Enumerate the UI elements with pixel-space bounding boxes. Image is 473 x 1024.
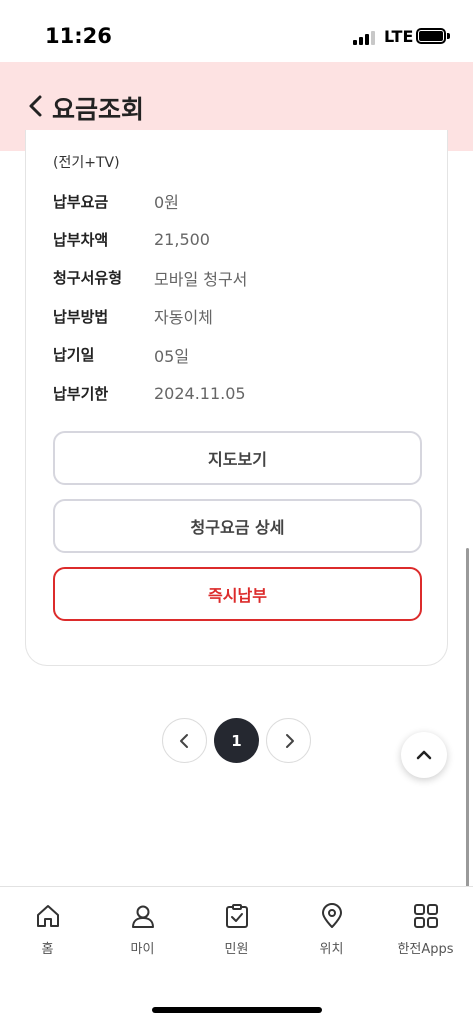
battery-icon [416, 28, 446, 44]
nav-label: 한전Apps [397, 942, 454, 957]
info-value: 자동이체 [154, 308, 213, 328]
status-time: 11:26 [45, 24, 112, 48]
nav-label: 마이 [130, 942, 155, 957]
chevron-up-icon [416, 750, 432, 760]
view-map-button[interactable]: 지도보기 [53, 431, 422, 485]
info-label: 납부기한 [53, 384, 109, 403]
chevron-right-icon [285, 733, 294, 748]
info-value: 05일 [154, 346, 190, 366]
pay-now-button[interactable]: 즉시납부 [53, 567, 422, 621]
nav-label: 위치 [319, 942, 344, 957]
info-label: 청구서유형 [53, 269, 123, 288]
nav-item-my[interactable]: 마이 [95, 903, 190, 957]
info-row-deadline: 납부기한 2024.11.05 [53, 374, 247, 412]
status-bar: 11:26 LTE [0, 0, 473, 62]
page-title: 요금조회 [52, 95, 145, 124]
home-icon [36, 905, 59, 927]
info-label: 납부차액 [53, 231, 109, 250]
next-page-button[interactable] [266, 718, 311, 763]
info-value: 모바일 청구서 [154, 269, 248, 289]
bill-info-list: 납부요금 0원 납부차액 21,500 청구서유형 모바일 청구서 납부방법 자… [53, 182, 247, 412]
current-page[interactable]: 1 [214, 718, 259, 763]
info-row-payment-method: 납부방법 자동이체 [53, 297, 247, 335]
nav-label: 홈 [41, 942, 54, 957]
info-row-bill-type: 청구서유형 모바일 청구서 [53, 259, 247, 297]
nav-label: 민원 [224, 942, 249, 957]
chevron-left-icon [179, 733, 188, 748]
bill-type-text: (전기+TV) [53, 155, 120, 171]
bill-card: (전기+TV) 납부요금 0원 납부차액 21,500 청구서유형 모바일 청구… [25, 130, 448, 666]
scroll-top-button[interactable] [401, 732, 447, 778]
info-value: 21,500 [154, 230, 210, 250]
info-value: 2024.11.05 [154, 383, 246, 403]
bill-detail-button[interactable]: 청구요금 상세 [53, 499, 422, 553]
clipboard-check-icon [225, 904, 248, 928]
signal-icon [353, 31, 379, 45]
home-indicator [152, 1007, 322, 1013]
info-label: 납기일 [53, 346, 95, 365]
person-icon [131, 905, 154, 928]
nav-item-location[interactable]: 위치 [284, 903, 379, 957]
network-type: LTE [384, 27, 414, 46]
back-icon[interactable] [26, 92, 48, 120]
location-pin-icon [321, 903, 342, 928]
info-row-difference: 납부차액 21,500 [53, 220, 247, 258]
apps-grid-icon [413, 904, 438, 928]
info-label: 납부방법 [53, 307, 109, 326]
prev-page-button[interactable] [162, 718, 207, 763]
info-value: 0원 [154, 193, 179, 213]
nav-item-apps[interactable]: 한전Apps [378, 903, 473, 957]
battery-tip [447, 33, 450, 39]
info-row-due-day: 납기일 05일 [53, 336, 247, 374]
scrollbar[interactable] [466, 548, 469, 893]
info-label: 납부요금 [53, 192, 109, 211]
nav-item-civil[interactable]: 민원 [189, 903, 284, 957]
bottom-nav: 홈 마이 민원 위치 한전Apps [0, 886, 473, 1024]
nav-item-home[interactable]: 홈 [0, 903, 95, 957]
info-row-amount: 납부요금 0원 [53, 182, 247, 220]
